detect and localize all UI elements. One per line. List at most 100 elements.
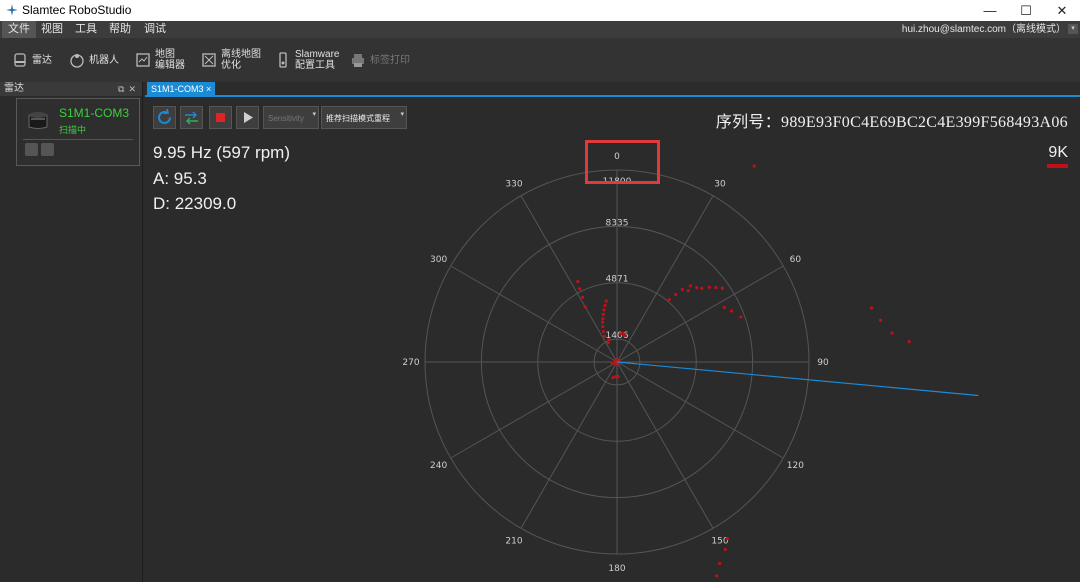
toolbar-offline-map-button[interactable]: 离线地图 优化 xyxy=(201,44,261,76)
scan-point xyxy=(686,289,690,293)
scan-point xyxy=(725,537,729,541)
polar-spoke-30 xyxy=(616,195,714,363)
scan-point xyxy=(601,317,605,321)
device-card[interactable]: S1M1-COM3 扫描中 xyxy=(16,98,140,166)
tab-close-icon[interactable]: × xyxy=(206,84,211,94)
menu-file[interactable]: 文件 xyxy=(2,21,36,38)
polar-spoke-240 xyxy=(450,361,618,459)
robot-icon xyxy=(70,54,84,68)
scan-point xyxy=(600,320,605,324)
toolbar-robot-button[interactable]: 机器人 xyxy=(69,44,119,76)
toolbar-map-editor-label: 地图 编辑器 xyxy=(155,49,185,71)
device-divider xyxy=(23,139,133,140)
toolbar-print-label-button[interactable]: 标签打印 xyxy=(350,44,410,76)
user-account[interactable]: hui.zhou@slamtec.com（离线模式） xyxy=(902,21,1066,38)
toolbar: 雷达 机器人 地图 编辑器 离线地图 优化 Slamware 配置工具 标签打印 xyxy=(0,38,1080,82)
frequency-readout: 9.95 Hz (597 rpm) xyxy=(153,143,290,162)
scan-point xyxy=(878,318,883,322)
scan-point xyxy=(722,305,726,309)
polar-spoke-150 xyxy=(616,361,714,529)
radius-tick-label: 4871 xyxy=(606,275,629,285)
maximize-button[interactable]: ☐ xyxy=(1008,0,1044,21)
serial-number: 序列号：989E93F0C4E69BC2C4E399F568493A06 xyxy=(715,114,1068,131)
scan-point xyxy=(601,312,605,316)
scan-point xyxy=(607,338,611,342)
scan-point xyxy=(601,329,606,334)
toolbar-radar-button[interactable]: 雷达 xyxy=(12,44,52,76)
scan-point xyxy=(674,292,678,297)
scan-point xyxy=(602,334,607,339)
play-button[interactable] xyxy=(236,106,259,129)
reconnect-button[interactable] xyxy=(180,106,203,129)
toolbar-offline-map-label: 离线地图 优化 xyxy=(221,49,261,71)
minimize-button[interactable]: — xyxy=(972,0,1008,21)
window-title: Slamtec RoboStudio xyxy=(22,3,132,17)
scan-point xyxy=(623,333,627,338)
tab-s1m1-com3[interactable]: S1M1-COM3 × xyxy=(147,82,216,97)
angle-tick-label: 30 xyxy=(714,180,726,190)
reconnect-icon xyxy=(185,111,198,125)
menu-bar: 文件 视图 工具 帮助 调试 hui.zhou@slamtec.com（离线模式… xyxy=(0,21,1080,38)
scan-point xyxy=(611,376,615,380)
scan-point xyxy=(715,574,719,578)
distance-readout: D: 22309.0 xyxy=(153,194,237,213)
close-button[interactable]: ✕ xyxy=(1044,0,1080,21)
scan-mode-dropdown[interactable]: 推荐扫描模式重程 ▾ xyxy=(321,106,407,129)
scan-point xyxy=(907,339,911,344)
refresh-icon xyxy=(158,108,171,124)
radar-icon xyxy=(14,53,26,67)
scan-point xyxy=(890,331,894,335)
scan-point xyxy=(718,561,722,566)
menu-debug[interactable]: 调试 xyxy=(138,21,172,38)
menu-view[interactable]: 视图 xyxy=(35,21,69,38)
scan-point xyxy=(602,308,606,312)
angle-tick-label: 120 xyxy=(787,461,804,471)
radius-tick-label: 8335 xyxy=(606,218,629,228)
toolbar-config-tool-button[interactable]: Slamware 配置工具 xyxy=(275,44,339,76)
scan-point xyxy=(707,285,711,289)
angle-tick-label: 60 xyxy=(790,255,802,265)
polar-spoke-300 xyxy=(450,265,618,363)
printer-icon xyxy=(352,54,364,67)
stop-icon xyxy=(216,113,225,122)
device-signal-icon[interactable] xyxy=(41,143,54,156)
user-menu-arrow-icon[interactable]: ▾ xyxy=(1068,24,1078,34)
scan-point xyxy=(614,374,618,379)
angle-tick-label: 330 xyxy=(505,180,522,190)
scan-point xyxy=(680,287,684,292)
sensitivity-dropdown[interactable]: Sensitivity ▾ xyxy=(263,106,319,129)
scan-point xyxy=(752,164,756,168)
scan-point xyxy=(720,286,724,290)
chevron-down-icon: ▾ xyxy=(400,111,404,118)
panel-controls[interactable]: ⧉✕ xyxy=(118,82,140,96)
angle-tick-label: 300 xyxy=(430,255,447,265)
angle-tick-label: 270 xyxy=(402,358,419,368)
toolbar-map-editor-button[interactable]: 地图 编辑器 xyxy=(135,44,185,76)
menu-help[interactable]: 帮助 xyxy=(103,21,137,38)
toolbar-robot-label: 机器人 xyxy=(89,54,119,66)
device-settings-icon[interactable] xyxy=(25,143,38,156)
menu-tools[interactable]: 工具 xyxy=(69,21,103,38)
angle-tick-label: 240 xyxy=(430,461,447,471)
scan-point xyxy=(688,284,693,288)
scan-point xyxy=(576,279,580,284)
scan-point xyxy=(604,299,608,303)
scan-point xyxy=(714,285,718,290)
polar-spoke-210 xyxy=(520,361,618,529)
scan-point xyxy=(695,286,699,290)
scan-point xyxy=(729,309,734,313)
scan-point xyxy=(667,298,671,302)
toolbar-config-tool-label: Slamware 配置工具 xyxy=(295,49,340,71)
title-bar: Slamtec RoboStudio — ☐ ✕ xyxy=(0,0,1080,21)
toolbar-print-label: 标签打印 xyxy=(370,54,410,66)
refresh-button[interactable] xyxy=(153,106,176,129)
polar-spoke-60 xyxy=(616,265,784,363)
device-name: S1M1-COM3 xyxy=(59,106,130,120)
scan-point xyxy=(601,324,605,329)
polar-spoke-330 xyxy=(520,195,618,363)
scan-point xyxy=(606,341,610,345)
scan-point xyxy=(581,295,585,299)
tab-label: S1M1-COM3 xyxy=(151,84,204,94)
point-count-label: 9K xyxy=(1048,144,1068,161)
stop-button[interactable] xyxy=(209,106,232,129)
